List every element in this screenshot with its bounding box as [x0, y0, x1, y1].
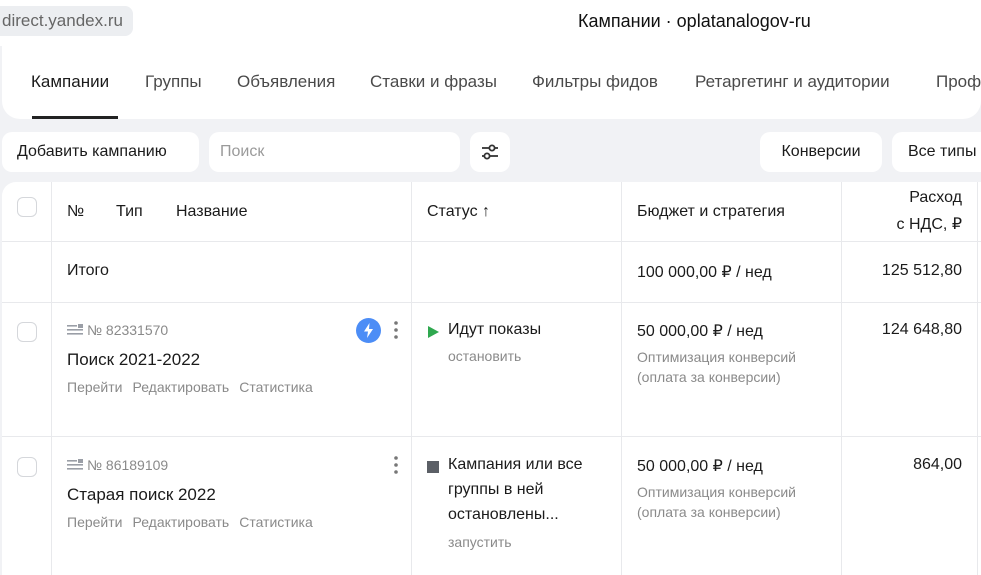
add-campaign-button[interactable]: Добавить кампанию: [2, 132, 199, 172]
header-status[interactable]: Статус ↑: [427, 203, 490, 221]
campaign-budget: 50 000,00 ₽ / нед: [637, 323, 763, 340]
tab-profile[interactable]: Проф: [936, 72, 981, 92]
conversions-button[interactable]: Конверсии: [760, 132, 882, 172]
search-box: [209, 132, 460, 172]
campaign-id: № 86189109: [87, 457, 169, 473]
search-input[interactable]: [209, 132, 460, 172]
row-checkbox[interactable]: [17, 322, 37, 342]
campaign-strategy: Оптимизация конверсий: [637, 484, 796, 500]
stats-link[interactable]: Статистика: [239, 514, 313, 530]
stats-link[interactable]: Статистика: [239, 379, 313, 395]
tab-campaigns[interactable]: Кампании: [31, 72, 109, 92]
total-budget: 100 000,00 ₽ / нед: [637, 264, 772, 281]
campaign-budget: 50 000,00 ₽ / нед: [637, 458, 763, 475]
campaign-spend: 864,00: [913, 456, 962, 473]
url-bar[interactable]: direct.yandex.ru: [0, 6, 133, 36]
stop-status-icon: [427, 461, 439, 473]
row-divider: [2, 436, 981, 437]
campaign-status-line2: группы в ней: [448, 481, 544, 498]
search-campaign-type-icon: [67, 324, 83, 335]
header-budget[interactable]: Бюджет и стратегия: [637, 203, 785, 221]
campaign-strategy: Оптимизация конверсий: [637, 349, 796, 365]
search-campaign-type-icon: [67, 459, 83, 470]
campaign-strategy-payment: (оплата за конверсии): [637, 369, 781, 385]
row-checkbox[interactable]: [17, 457, 37, 477]
total-spend: 125 512,80: [881, 262, 962, 279]
total-label: Итого: [67, 262, 109, 279]
more-vertical-icon[interactable]: [393, 320, 399, 340]
active-tab-indicator: [32, 116, 118, 119]
header-type[interactable]: Тип: [116, 203, 143, 221]
edit-link[interactable]: Редактировать: [132, 514, 229, 530]
sliders-icon: [482, 144, 498, 160]
lightning-icon[interactable]: [356, 318, 381, 343]
header-name[interactable]: Название: [176, 203, 248, 221]
campaigns-table: № Тип Название Статус ↑ Бюджет и стратег…: [2, 182, 981, 575]
row-divider: [2, 302, 981, 303]
edit-link[interactable]: Редактировать: [132, 379, 229, 395]
campaign-strategy-payment: (оплата за конверсии): [637, 504, 781, 520]
tabs-bar: Кампании Группы Объявления Ставки и фраз…: [2, 46, 981, 119]
tab-feed-filters[interactable]: Фильтры фидов: [532, 72, 658, 92]
more-vertical-icon[interactable]: [393, 455, 399, 475]
campaign-links: Перейти Редактировать Статистика: [67, 379, 323, 395]
campaign-name[interactable]: Старая поиск 2022: [67, 485, 216, 505]
tab-ads[interactable]: Объявления: [237, 72, 335, 92]
tab-bids-phrases[interactable]: Ставки и фразы: [370, 72, 497, 92]
stop-action-link[interactable]: остановить: [448, 348, 521, 364]
campaign-links: Перейти Редактировать Статистика: [67, 514, 323, 530]
header-spend-line1[interactable]: Расход: [852, 189, 962, 207]
select-all-checkbox[interactable]: [17, 197, 37, 217]
campaign-status: Идут показы: [448, 321, 542, 338]
go-link[interactable]: Перейти: [67, 514, 122, 530]
all-types-dropdown[interactable]: Все типы: [892, 132, 981, 172]
campaign-status-line3: остановлены...: [448, 506, 559, 523]
tab-groups[interactable]: Группы: [145, 72, 202, 92]
header-number[interactable]: №: [67, 203, 84, 221]
go-link[interactable]: Перейти: [67, 379, 122, 395]
browser-topbar: direct.yandex.ru Кампании · oplatanalogo…: [0, 0, 981, 46]
header-spend-line2[interactable]: с НДС, ₽: [852, 214, 962, 234]
campaign-id: № 82331570: [87, 322, 169, 338]
campaign-name[interactable]: Поиск 2021-2022: [67, 350, 200, 370]
tab-retargeting[interactable]: Ретаргетинг и аудитории: [695, 72, 890, 92]
campaign-spend: 124 648,80: [881, 321, 962, 338]
start-action-link[interactable]: запустить: [448, 534, 512, 550]
play-status-icon: [428, 326, 439, 338]
filter-settings-button[interactable]: [470, 132, 510, 172]
campaign-status-line1: Кампания или все: [448, 456, 583, 473]
row-divider: [2, 241, 981, 242]
window-title: Кампании · oplatanalogov-ru: [578, 11, 811, 31]
